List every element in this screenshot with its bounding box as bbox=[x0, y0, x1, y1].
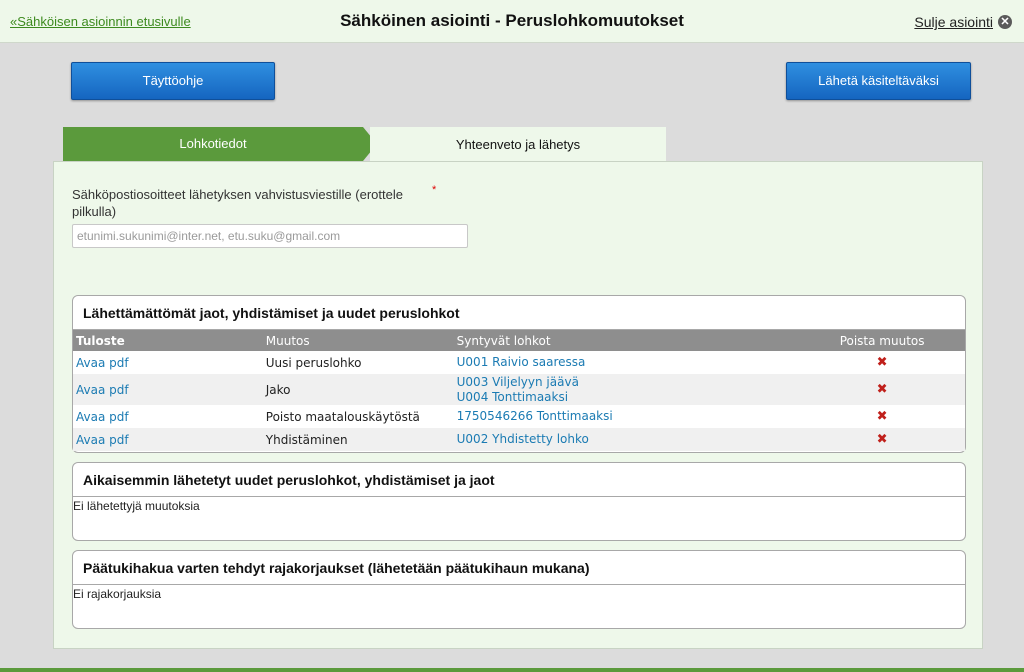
delete-x-icon[interactable]: ✖ bbox=[877, 355, 888, 370]
block-link[interactable]: U004 Tonttimaaksi bbox=[457, 390, 797, 405]
send-for-processing-button[interactable]: Lähetä käsiteltäväksi bbox=[786, 62, 971, 100]
block-link[interactable]: 1750546266 Tonttimaaksi bbox=[457, 409, 797, 424]
open-pdf-link[interactable]: Avaa pdf bbox=[76, 383, 129, 397]
content-panel: Sähköpostiosoitteet lähetyksen vahvistus… bbox=[53, 161, 983, 649]
change-type: Yhdistäminen bbox=[265, 432, 348, 447]
fill-instructions-button[interactable]: Täyttöohje bbox=[71, 62, 275, 100]
column-header-delete: Poista muutos bbox=[839, 333, 925, 348]
unsent-changes-title: Lähettämättömät jaot, yhdistämiset ja uu… bbox=[73, 296, 965, 330]
table-row: Avaa pdf Yhdistäminen U002 Yhdistetty lo… bbox=[73, 428, 965, 451]
top-bar: «Sähköisen asioinnin etusivulle Sähköine… bbox=[0, 0, 1024, 43]
previously-sent-title: Aikaisemmin lähetetyt uudet peruslohkot,… bbox=[73, 463, 965, 497]
close-session-link[interactable]: Sulje asiointi ✕ bbox=[914, 14, 1012, 30]
unsent-changes-table: Tuloste Muutos Syntyvät lohkot Poista mu… bbox=[73, 330, 965, 451]
change-type: Poisto maatalouskäytöstä bbox=[265, 409, 420, 424]
close-circle-icon[interactable]: ✕ bbox=[998, 15, 1012, 29]
table-row: Avaa pdf Jako U003 Viljelyyn jäävä U004 … bbox=[73, 374, 965, 405]
bottom-strip bbox=[0, 668, 1024, 672]
border-corrections-title: Päätukihakua varten tehdyt rajakorjaukse… bbox=[73, 551, 965, 585]
change-type: Uusi peruslohko bbox=[265, 355, 362, 370]
column-header-blocks: Syntyvät lohkot bbox=[456, 333, 551, 348]
table-row: Avaa pdf Uusi peruslohko U001 Raivio saa… bbox=[73, 351, 965, 374]
email-label: Sähköpostiosoitteet lähetyksen vahvistus… bbox=[72, 187, 403, 219]
required-mark: * bbox=[432, 184, 437, 196]
block-link[interactable]: U002 Yhdistetty lohko bbox=[457, 432, 797, 447]
column-header-change: Muutos bbox=[265, 333, 310, 348]
open-pdf-link[interactable]: Avaa pdf bbox=[76, 410, 129, 424]
close-session-label[interactable]: Sulje asiointi bbox=[914, 14, 993, 30]
column-header-print: Tuloste bbox=[76, 333, 125, 348]
tab-summary-and-send[interactable]: Yhteenveto ja lähetys bbox=[370, 127, 666, 162]
border-corrections-section: Päätukihakua varten tehdyt rajakorjaukse… bbox=[72, 550, 966, 629]
open-pdf-link[interactable]: Avaa pdf bbox=[76, 433, 129, 447]
block-link[interactable]: U003 Viljelyyn jäävä bbox=[457, 375, 797, 390]
tab-block-info[interactable]: Lohkotiedot bbox=[63, 127, 363, 161]
delete-x-icon[interactable]: ✖ bbox=[877, 432, 888, 447]
block-link[interactable]: U001 Raivio saaressa bbox=[457, 355, 797, 370]
open-pdf-link[interactable]: Avaa pdf bbox=[76, 356, 129, 370]
previously-sent-empty-text: Ei lähetettyjä muutoksia bbox=[73, 499, 200, 513]
border-corrections-empty-text: Ei rajakorjauksia bbox=[73, 587, 162, 601]
change-type: Jako bbox=[265, 382, 291, 397]
table-header-row: Tuloste Muutos Syntyvät lohkot Poista mu… bbox=[73, 330, 965, 351]
email-input[interactable] bbox=[72, 224, 468, 248]
delete-x-icon[interactable]: ✖ bbox=[877, 382, 888, 397]
previously-sent-section: Aikaisemmin lähetetyt uudet peruslohkot,… bbox=[72, 462, 966, 541]
table-row: Avaa pdf Poisto maatalouskäytöstä 175054… bbox=[73, 405, 965, 428]
delete-x-icon[interactable]: ✖ bbox=[877, 409, 888, 424]
back-to-home-link[interactable]: «Sähköisen asioinnin etusivulle bbox=[10, 14, 191, 29]
unsent-changes-section: Lähettämättömät jaot, yhdistämiset ja uu… bbox=[72, 295, 966, 453]
